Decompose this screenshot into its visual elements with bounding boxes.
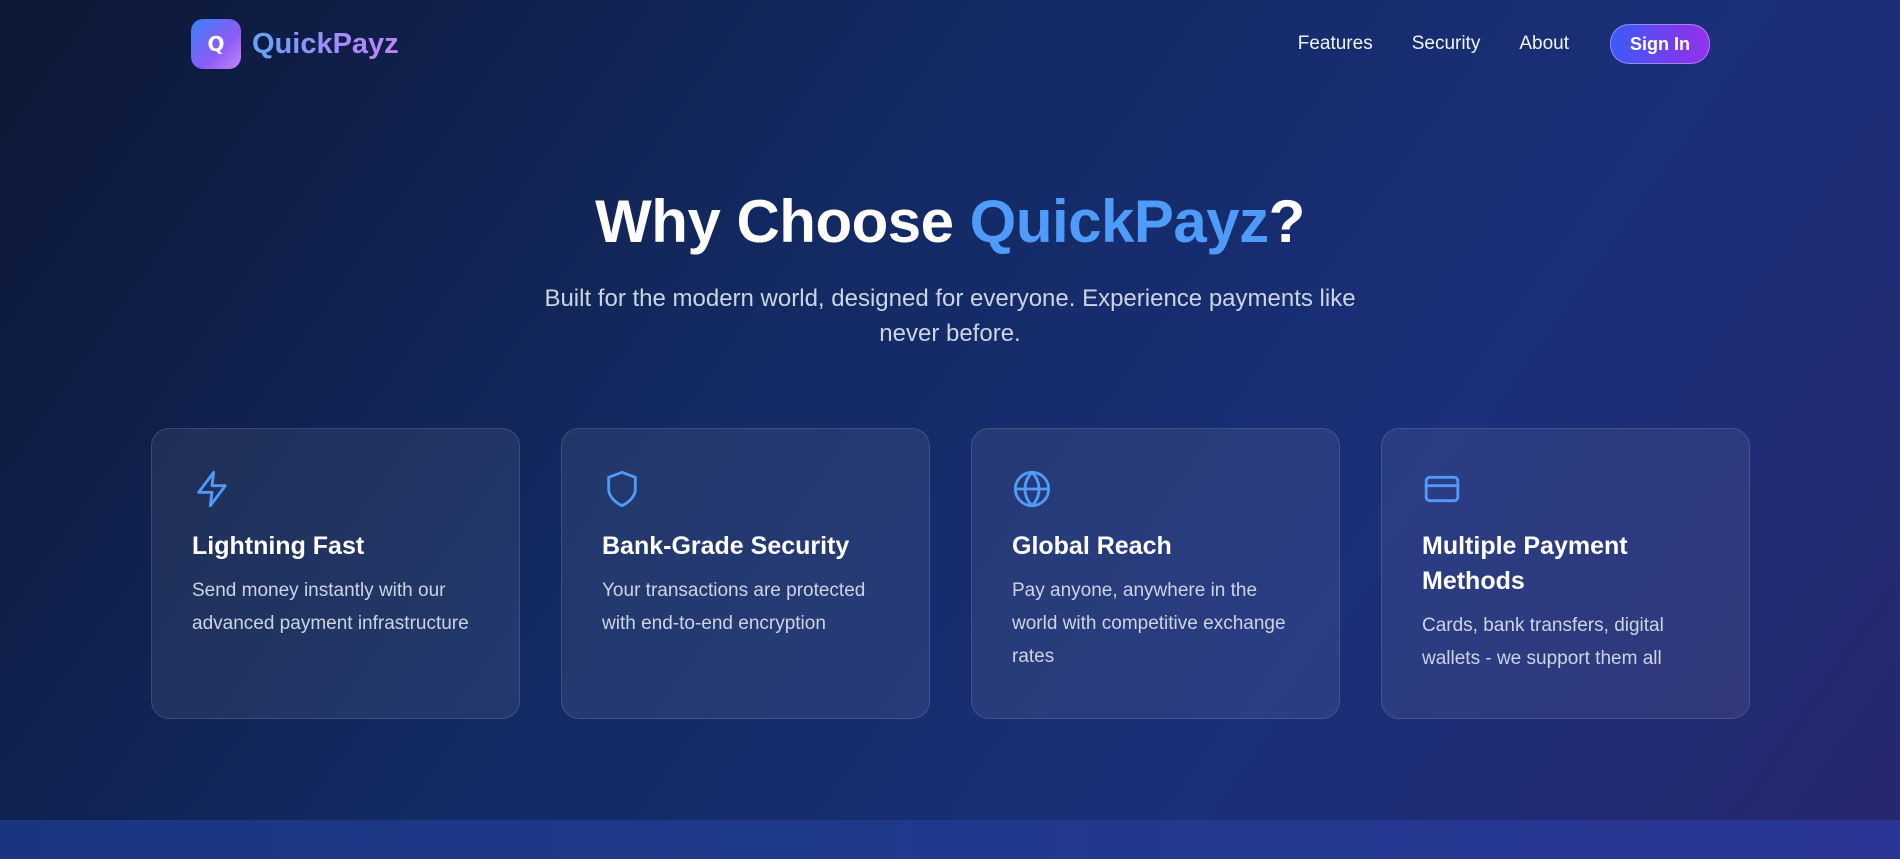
feature-title: Multiple Payment Methods bbox=[1422, 532, 1628, 595]
main-nav: Features Security About Sign In bbox=[1298, 24, 1710, 64]
feature-card-multiple-payment-methods: Multiple Payment Methods Cards, bank tra… bbox=[1381, 428, 1750, 719]
feature-title: Global Reach bbox=[1012, 532, 1172, 560]
title-accent: QuickPayz bbox=[969, 188, 1270, 255]
title-suffix: ? bbox=[1268, 188, 1306, 255]
feature-description: Cards, bank transfers, digital wallets -… bbox=[1422, 615, 1664, 669]
page-subtitle: Built for the modern world, designed for… bbox=[544, 285, 1356, 347]
feature-description: Send money instantly with our advanced p… bbox=[192, 580, 469, 634]
brand[interactable]: Q QuickPayz bbox=[191, 19, 399, 69]
globe-icon bbox=[1012, 469, 1052, 509]
nav-link-features[interactable]: Features bbox=[1298, 33, 1373, 55]
feature-card-global-reach: Global Reach Pay anyone, anywhere in the… bbox=[971, 428, 1340, 719]
page-title: Why Choose QuickPayz? bbox=[0, 186, 1900, 258]
feature-description: Pay anyone, anywhere in the world with c… bbox=[1012, 580, 1286, 667]
sign-in-button[interactable]: Sign In bbox=[1610, 24, 1710, 64]
nav-link-about[interactable]: About bbox=[1519, 33, 1569, 55]
feature-title: Lightning Fast bbox=[192, 532, 365, 560]
shield-icon bbox=[602, 469, 642, 509]
next-section-band bbox=[0, 820, 1900, 859]
logo-icon: Q bbox=[191, 19, 241, 69]
nav-link-security[interactable]: Security bbox=[1412, 33, 1481, 55]
lightning-icon bbox=[192, 469, 232, 509]
feature-description: Your transactions are protected with end… bbox=[602, 580, 866, 634]
title-prefix: Why Choose bbox=[595, 188, 970, 255]
feature-cards: Lightning Fast Send money instantly with… bbox=[151, 428, 1750, 719]
feature-card-bank-grade-security: Bank-Grade Security Your transactions ar… bbox=[561, 428, 930, 719]
site-header: Q QuickPayz Features Security About Sign… bbox=[0, 0, 1900, 88]
feature-card-lightning-fast: Lightning Fast Send money instantly with… bbox=[151, 428, 520, 719]
feature-title: Bank-Grade Security bbox=[602, 532, 850, 560]
credit-card-icon bbox=[1422, 469, 1462, 509]
brand-name: QuickPayz bbox=[252, 27, 399, 60]
